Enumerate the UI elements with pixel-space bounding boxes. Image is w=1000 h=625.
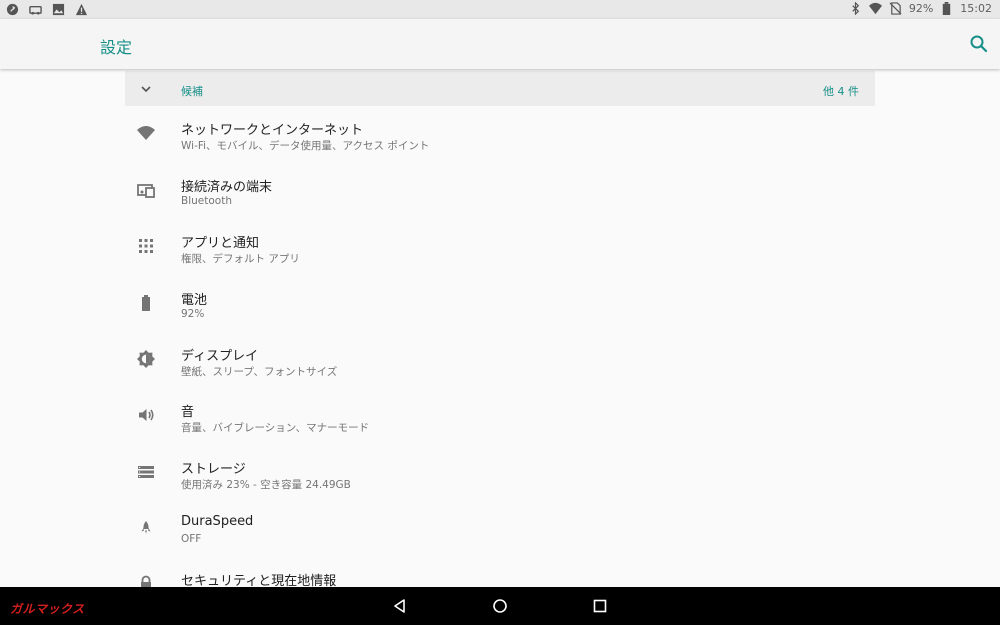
settings-item-sound[interactable]: 音 音量、バイブレーション、マナーモード bbox=[125, 389, 875, 445]
storage-icon bbox=[138, 466, 154, 478]
item-subtitle: 壁紙、スリープ、フォントサイズ bbox=[181, 366, 338, 378]
status-bar: 92% 15:02 bbox=[0, 0, 1000, 19]
chevron-down-icon bbox=[141, 86, 151, 93]
battery-icon bbox=[943, 2, 951, 15]
watermark-logo: ガルマックス bbox=[10, 602, 85, 616]
navigation-bar: ガルマックス bbox=[0, 587, 1000, 625]
item-subtitle: 使用済み 23% - 空き容量 24.49GB bbox=[181, 479, 351, 491]
battery-percent: 92% bbox=[908, 2, 934, 15]
item-subtitle: 音量、バイブレーション、マナーモード bbox=[181, 422, 370, 434]
item-title: ストレージ bbox=[181, 462, 246, 477]
search-icon[interactable] bbox=[969, 34, 989, 54]
warning-icon bbox=[75, 3, 88, 16]
item-title: DuraSpeed bbox=[181, 514, 254, 529]
settings-item-security[interactable]: セキュリティと現在地情報 bbox=[125, 558, 875, 587]
item-subtitle: Bluetooth bbox=[181, 195, 232, 207]
back-icon[interactable] bbox=[392, 598, 408, 614]
clock: 15:02 bbox=[960, 2, 992, 15]
lock-icon bbox=[141, 575, 151, 587]
item-subtitle: 92% bbox=[181, 308, 205, 320]
item-title: ディスプレイ bbox=[181, 349, 259, 364]
recents-icon[interactable] bbox=[592, 598, 608, 614]
image-icon bbox=[52, 3, 65, 16]
rocket-icon bbox=[141, 521, 151, 534]
system-status: 92% 15:02 bbox=[849, 2, 992, 15]
home-icon[interactable] bbox=[492, 598, 508, 614]
item-title: 音 bbox=[181, 405, 195, 420]
settings-item-display[interactable]: ディスプレイ 壁紙、スリープ、フォントサイズ bbox=[125, 333, 875, 389]
settings-item-battery[interactable]: 電池 92% bbox=[125, 277, 875, 333]
app-bar: 設定 bbox=[0, 19, 1000, 69]
wifi-icon bbox=[868, 2, 882, 15]
settings-item-storage[interactable]: ストレージ 使用済み 23% - 空き容量 24.49GB bbox=[125, 446, 875, 502]
notification-icons bbox=[6, 3, 88, 16]
brightness-icon bbox=[137, 350, 155, 368]
volume-icon bbox=[139, 409, 154, 421]
connected-devices-icon bbox=[137, 184, 155, 198]
bluetooth-icon bbox=[852, 2, 859, 15]
item-subtitle: OFF bbox=[181, 533, 202, 545]
battery-icon bbox=[142, 295, 150, 311]
item-subtitle: Wi-Fi、モバイル、データ使用量、アクセス ポイント bbox=[181, 140, 430, 152]
wifi-icon bbox=[137, 126, 155, 140]
item-title: 電池 bbox=[181, 293, 208, 308]
app-badge-icon bbox=[6, 3, 19, 16]
settings-item-connected-devices[interactable]: 接続済みの端末 Bluetooth bbox=[125, 164, 875, 220]
item-title: ネットワークとインターネット bbox=[181, 123, 364, 138]
suggestions-count: 他 4 件 bbox=[823, 85, 859, 98]
settings-item-duraspeed[interactable]: DuraSpeed OFF bbox=[125, 502, 875, 558]
car-icon bbox=[29, 6, 42, 15]
suggestions-label: 候補 bbox=[181, 85, 203, 98]
settings-item-apps[interactable]: アプリと通知 権限、デフォルト アプリ bbox=[125, 220, 875, 276]
item-title: アプリと通知 bbox=[181, 236, 260, 251]
item-title: 接続済みの端末 bbox=[181, 180, 273, 195]
apps-grid-icon bbox=[139, 239, 153, 253]
item-title: セキュリティと現在地情報 bbox=[181, 574, 337, 587]
no-sim-icon bbox=[889, 2, 902, 15]
settings-item-network[interactable]: ネットワークとインターネット Wi-Fi、モバイル、データ使用量、アクセス ポイ… bbox=[125, 107, 875, 163]
suggestions-header[interactable]: 候補 他 4 件 bbox=[125, 71, 875, 106]
settings-list: 候補 他 4 件 ネットワークとインターネット Wi-Fi、モバイル、データ使用… bbox=[125, 69, 875, 587]
item-subtitle: 権限、デフォルト アプリ bbox=[181, 253, 300, 265]
page-title: 設定 bbox=[100, 38, 133, 57]
